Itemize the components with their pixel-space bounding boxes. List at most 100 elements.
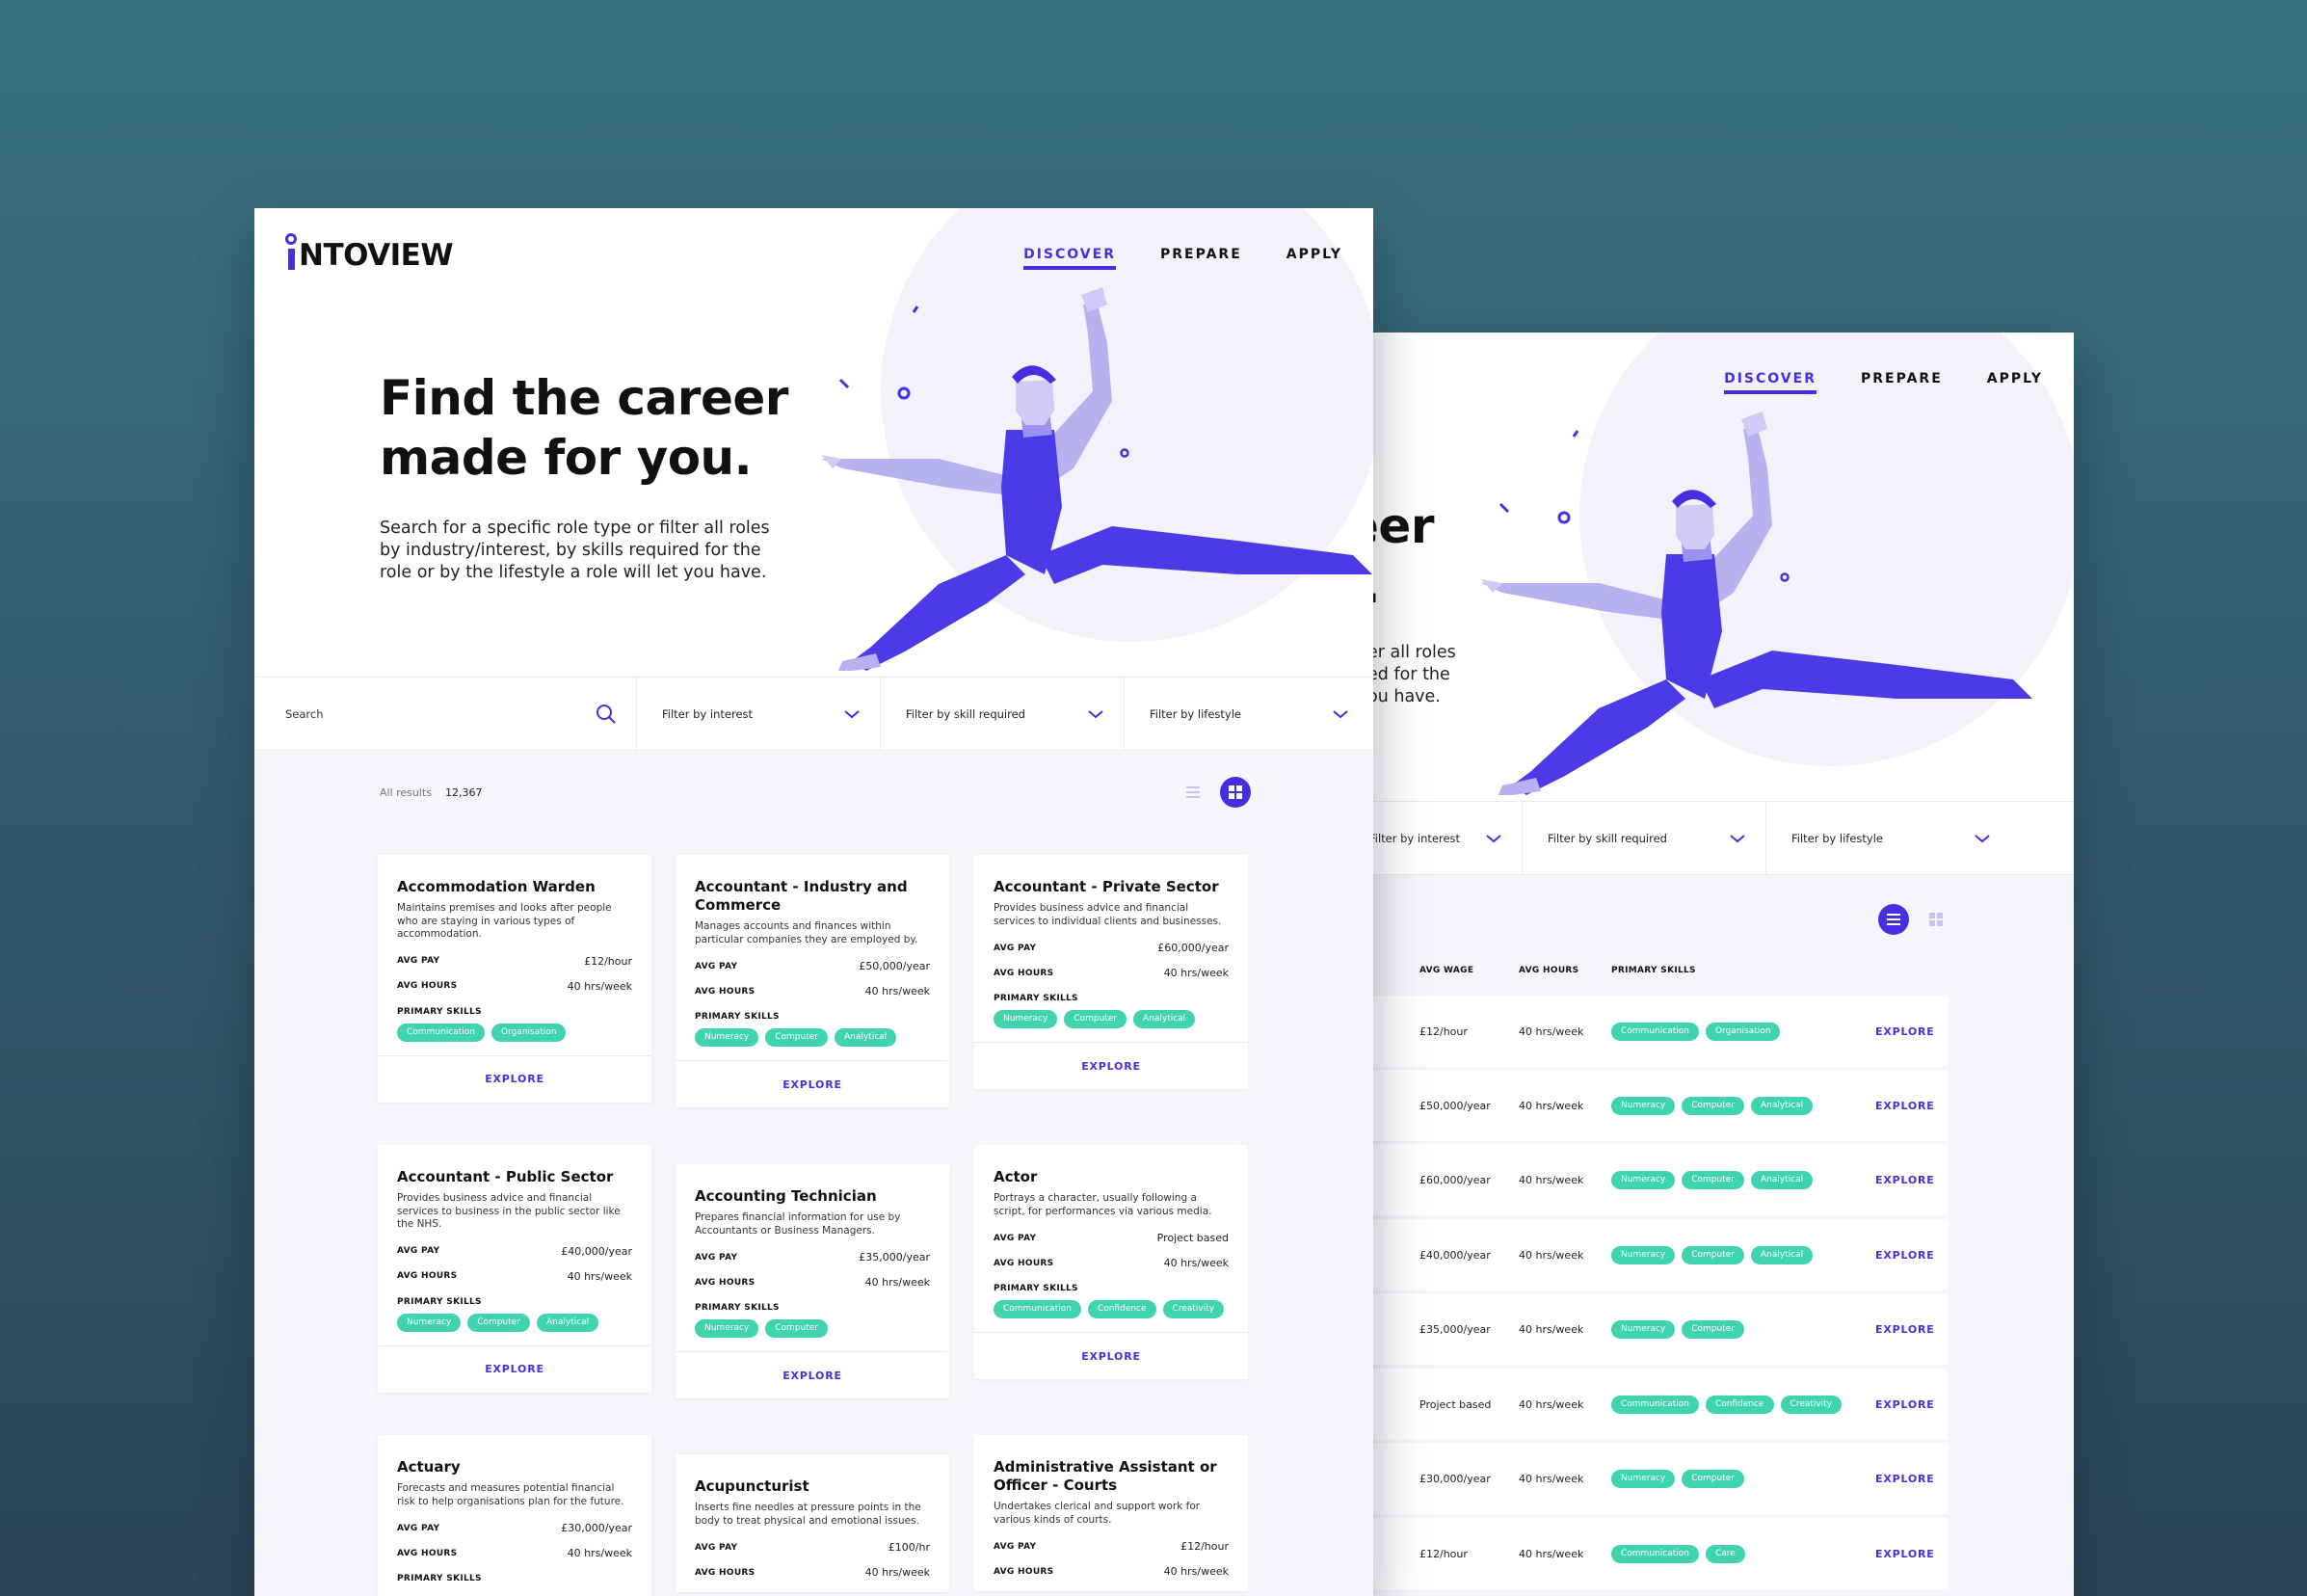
filter-lifestyle-dropdown[interactable]: Filter by lifestyle — [1766, 802, 2010, 874]
filter-skill-dropdown[interactable]: Filter by skill required — [881, 678, 1125, 750]
filter-interest-dropdown[interactable]: Filter by interest — [1373, 802, 1523, 874]
table-row[interactable]: £40,000/year 40 hrs/week Numeracy Compute… — [1373, 1219, 1948, 1290]
list-view-page: eer l. er all roles ed for the ou have. — [1373, 332, 2074, 1596]
card-description: Forecasts and measures potential financi… — [397, 1482, 624, 1507]
view-toggle — [1178, 777, 1251, 808]
explore-link[interactable]: EXPLORE — [1875, 1144, 1935, 1215]
skill-tag: Computer — [1064, 1010, 1127, 1028]
card-title: Accountant - Private Sector — [994, 878, 1219, 895]
primary-skills-label: PRIMARY SKILLS — [994, 994, 1078, 1003]
primary-skills-label: PRIMARY SKILLS — [397, 1296, 482, 1307]
chevron-down-icon — [1486, 834, 1501, 842]
explore-button[interactable]: EXPLORE — [485, 1363, 544, 1375]
skill-tag: Care — [1705, 1544, 1745, 1563]
explore-link[interactable]: EXPLORE — [1875, 1070, 1935, 1141]
table-row[interactable]: £50,000/year 40 hrs/week Numeracy Compute… — [1373, 1070, 1948, 1141]
row-hours: 40 hrs/week — [1519, 1248, 1584, 1262]
career-card: Acupuncturist Inserts fine needles at pr… — [676, 1454, 949, 1592]
table-row[interactable]: £12/hour 40 hrs/week Communication Care E… — [1373, 1518, 1948, 1589]
skill-tag: Analytical — [834, 1028, 897, 1047]
card-title: Administrative Assistant or Officer - Co… — [994, 1458, 1217, 1494]
filter-lifestyle-label: Filter by lifestyle — [1791, 831, 1883, 845]
card-description: Prepares financial information for use b… — [695, 1211, 901, 1237]
skill-tag: Organisation — [491, 1023, 567, 1042]
explore-link[interactable]: EXPLORE — [1875, 996, 1935, 1067]
skill-tags: Numeracy Computer Analytical — [695, 1028, 930, 1047]
skill-tag: Numeracy — [1611, 1319, 1676, 1339]
avg-pay: AVG PAY Project based — [994, 1232, 1229, 1244]
explore-link[interactable]: EXPLORE — [1875, 1443, 1935, 1514]
row-skills: Numeracy Computer — [1611, 1293, 1744, 1365]
filter-skill-label: Filter by skill required — [1548, 831, 1667, 845]
hero-section: eer l. er all roles ed for the ou have. — [1373, 332, 2074, 801]
intoview-logo[interactable]: NTOVIEW — [285, 233, 454, 273]
card-title: Actor — [994, 1168, 1038, 1185]
row-wage: £12/hour — [1419, 1547, 1468, 1560]
career-card: Accommodation Warden Maintains premises … — [378, 855, 651, 1103]
list-view-button[interactable] — [1178, 777, 1208, 808]
skill-tag: Numeracy — [1611, 1245, 1676, 1264]
row-wage: £50,000/year — [1419, 1099, 1491, 1112]
search-input[interactable] — [285, 706, 574, 721]
list-icon — [1887, 914, 1900, 925]
row-skills: Communication Care — [1611, 1518, 1745, 1589]
filter-skill-dropdown[interactable]: Filter by skill required — [1523, 802, 1766, 874]
explore-link[interactable]: EXPLORE — [1875, 1293, 1935, 1365]
skill-tag: Numeracy — [695, 1319, 759, 1338]
search-icon[interactable] — [596, 704, 617, 725]
filter-lifestyle-dropdown[interactable]: Filter by lifestyle — [1125, 678, 1368, 750]
card-description: Inserts fine needles at pressure points … — [695, 1502, 921, 1527]
table-row[interactable]: £60,000/year 40 hrs/week Numeracy Compute… — [1373, 1144, 1948, 1215]
explore-link[interactable]: EXPLORE — [1875, 1518, 1935, 1589]
row-hours: 40 hrs/week — [1519, 1547, 1584, 1560]
search-field[interactable] — [254, 678, 637, 750]
skill-tag: Numeracy — [397, 1313, 462, 1332]
skill-tags: Numeracy Computer Analytical — [397, 1313, 632, 1332]
explore-link[interactable]: EXPLORE — [1875, 1219, 1935, 1290]
skill-tag: Computer — [1682, 1096, 1744, 1115]
skill-tag: Computer — [1682, 1469, 1744, 1488]
card-title: Accounting Technician — [695, 1187, 877, 1205]
nav-prepare[interactable]: PREPARE — [1861, 371, 1943, 394]
chevron-down-icon — [1088, 709, 1103, 718]
view-toggle — [1878, 904, 1951, 935]
explore-link[interactable]: EXPLORE — [1875, 1369, 1935, 1440]
table-row[interactable]: Project based 40 hrs/week Communication C… — [1373, 1369, 1948, 1440]
logo-wordmark: NTOVIEW — [299, 238, 454, 273]
skill-tag: Computer — [1682, 1319, 1744, 1339]
list-view-button[interactable] — [1878, 904, 1909, 935]
avg-hours: AVG HOURS 40 hrs/week — [695, 1276, 930, 1289]
hero-section: NTOVIEW DISCOVER PREPARE APPLY Find the … — [254, 208, 1373, 677]
career-card: Accountant - Industry and Commerce Manag… — [676, 855, 949, 1107]
row-wage: £60,000/year — [1419, 1173, 1491, 1186]
nav-apply[interactable]: APPLY — [1987, 371, 2043, 394]
grid-view-page: NTOVIEW DISCOVER PREPARE APPLY Find the … — [254, 208, 1373, 1596]
explore-button[interactable]: EXPLORE — [782, 1370, 842, 1382]
card-title: Accommodation Warden — [397, 878, 596, 895]
skill-tag: Numeracy — [994, 1010, 1058, 1028]
nav-discover[interactable]: DISCOVER — [1724, 371, 1816, 394]
row-wage: £30,000/year — [1419, 1472, 1491, 1485]
table-row[interactable]: £30,000/year 40 hrs/week Numeracy Compute… — [1373, 1443, 1948, 1514]
avg-pay: AVG PAY £12/hour — [397, 954, 632, 968]
table-row[interactable]: £35,000/year 40 hrs/week Numeracy Compute… — [1373, 1293, 1948, 1365]
grid-icon — [1929, 913, 1943, 926]
filter-interest-dropdown[interactable]: Filter by interest — [637, 678, 881, 750]
explore-button[interactable]: EXPLORE — [782, 1078, 842, 1091]
avg-hours: AVG HOURS 40 hrs/week — [994, 1257, 1229, 1269]
card-title: Accountant - Public Sector — [397, 1168, 614, 1185]
row-wage: Project based — [1419, 1397, 1492, 1411]
grid-view-button[interactable] — [1921, 904, 1951, 935]
grid-view-button[interactable] — [1220, 777, 1251, 808]
skill-tag: Numeracy — [1611, 1096, 1676, 1115]
explore-button[interactable]: EXPLORE — [1081, 1350, 1141, 1363]
explore-button[interactable]: EXPLORE — [485, 1073, 544, 1085]
career-card: Actor Portrays a character, usually foll… — [974, 1145, 1248, 1379]
avg-hours: AVG HOURS 40 hrs/week — [397, 1547, 632, 1559]
primary-skills-label: PRIMARY SKILLS — [994, 1284, 1078, 1293]
skill-tag: Computer — [1682, 1245, 1744, 1264]
explore-button[interactable]: EXPLORE — [1081, 1060, 1141, 1073]
table-row[interactable]: £12/hour 40 hrs/week Communication Organi… — [1373, 996, 1948, 1067]
skill-tag: Confidence — [1705, 1395, 1774, 1414]
skill-tag: Computer — [467, 1313, 530, 1332]
